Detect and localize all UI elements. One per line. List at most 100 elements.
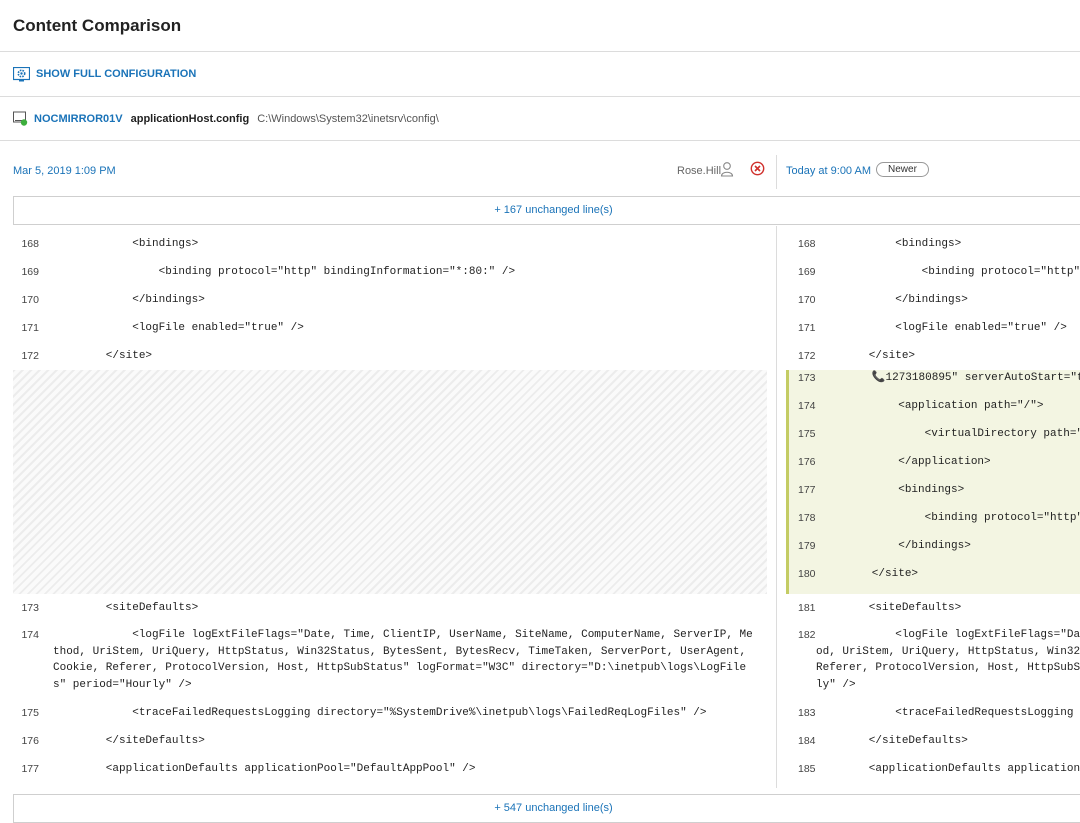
line-number: 169 — [21, 265, 39, 278]
line-number: 176 — [798, 456, 816, 468]
diff-row: 177 <applicationDefaults applicationPool… — [13, 755, 767, 783]
settings-screen-icon — [13, 66, 30, 81]
diff-row: 182 <logFile logExtFileFlags="Date, Time… — [786, 622, 1080, 699]
code-line: <traceFailedRequestsLogging — [816, 706, 1074, 719]
code-line: <bindings> — [53, 237, 199, 250]
line-number: 177 — [798, 484, 816, 496]
diff-row: 169 <binding protocol="http" bindingInfo… — [786, 258, 1080, 286]
line-number: 173 — [21, 601, 39, 614]
diff-row: 183 <traceFailedRequestsLogging — [786, 699, 1080, 727]
file-info-bar: NOCMIRROR01V applicationHost.config C:\W… — [0, 97, 1080, 141]
remove-icon[interactable] — [750, 161, 765, 176]
line-number: 168 — [798, 237, 816, 250]
code-line: <binding protocol="http" bindingInformat… — [921, 265, 1080, 278]
code-line: <bindings> — [819, 484, 965, 496]
line-number: 173 — [798, 372, 816, 384]
show-full-configuration-button[interactable]: SHOW FULL CONFIGURATION — [13, 66, 197, 82]
file-name: applicationHost.config — [130, 112, 250, 125]
line-number: 174 — [21, 629, 39, 641]
code-line: <logFile logExtFileFlags="Date, Time, od… — [816, 629, 1080, 692]
code-line: <logFile enabled="true" /> — [816, 321, 1067, 334]
code-line: <application path="/"> — [819, 400, 1044, 412]
file-path: C:\Windows\System32\inetsrv\config\ — [257, 112, 439, 125]
code-line: <applicationDefaults applicationPool="De… — [53, 762, 476, 775]
diff-row: 175 <traceFailedRequestsLogging director… — [13, 699, 767, 727]
line-number: 171 — [21, 321, 39, 334]
code-line: <virtualDirectory path="/" /> — [924, 428, 1080, 440]
line-number: 177 — [21, 762, 39, 775]
line-number: 183 — [798, 706, 816, 719]
line-number: 168 — [21, 237, 39, 250]
line-number: 184 — [798, 734, 816, 747]
added-row: 180 </site> — [786, 566, 1080, 594]
unchanged-lines-bottom[interactable]: + 547 unchanged line(s) — [13, 794, 1080, 823]
added-row: 178 <binding protocol="http" /> — [786, 510, 1080, 538]
added-row: 173 📞1273180895" serverAutoStart="true"> — [786, 370, 1080, 398]
diff-row: 172 </site> — [786, 342, 1080, 370]
line-number: 178 — [798, 512, 816, 524]
code-line: </bindings> — [53, 293, 205, 306]
host-link[interactable]: NOCMIRROR01V — [34, 113, 123, 125]
code-line: </site> — [816, 349, 916, 362]
right-version-date[interactable]: Today at 9:00 AM — [786, 165, 871, 177]
newer-badge: Newer — [876, 162, 929, 177]
diff-row: 171 <logFile enabled="true" /> — [786, 314, 1080, 342]
left-diff-pane: 168 <bindings> 169 <binding protocol="ht… — [13, 230, 767, 788]
right-diff-pane: 168 <bindings> 169 <binding protocol="ht… — [786, 230, 1080, 788]
added-row: 179 </bindings> — [786, 538, 1080, 566]
unchanged-lines-top[interactable]: + 167 unchanged line(s) — [13, 196, 1080, 225]
diff-row: 176 </siteDefaults> — [13, 727, 767, 755]
diff-row: 169 <binding protocol="http" bindingInfo… — [13, 258, 767, 286]
line-number: 175 — [798, 428, 816, 440]
diff-row: 168 <bindings> — [786, 230, 1080, 258]
missing-lines-placeholder — [13, 370, 767, 594]
code-line: <siteDefaults> — [816, 601, 962, 614]
line-number: 180 — [798, 568, 816, 580]
config-bar: SHOW FULL CONFIGURATION — [0, 52, 1080, 97]
diff-row: 171 <logFile enabled="true" /> — [13, 314, 767, 342]
line-number: 171 — [798, 321, 816, 334]
line-number: 182 — [798, 629, 816, 641]
code-line: <binding protocol="http" /> — [819, 512, 1080, 524]
person-icon — [720, 162, 734, 177]
added-row: 174 <application path="/"> — [786, 398, 1080, 426]
diff-row: 170 </bindings> — [786, 286, 1080, 314]
added-row: 175 <virtualDirectory path="/" /> — [786, 426, 1080, 454]
code-line: </site> — [53, 349, 153, 362]
version-bar: Mar 5, 2019 1:09 PM Rose.Hill Today at 9… — [0, 141, 1080, 196]
code-line: </application> — [819, 456, 991, 468]
line-number: 174 — [798, 400, 816, 412]
code-line: </siteDefaults> — [53, 734, 205, 747]
diff-row: 170 </bindings> — [13, 286, 767, 314]
author-name: Rose.Hill — [677, 165, 722, 177]
header: Content Comparison — [0, 0, 1080, 52]
code-line: <binding protocol="http" bindingInformat… — [53, 265, 516, 278]
diff-row: 172 </site> — [13, 342, 767, 370]
code-line: <logFile logExtFileFlags="Date, Time, Cl… — [53, 629, 753, 692]
line-number: 176 — [21, 734, 39, 747]
line-number: 181 — [798, 601, 816, 614]
code-line: </siteDefaults> — [816, 734, 968, 747]
show-full-configuration-label: SHOW FULL CONFIGURATION — [36, 68, 197, 80]
code-line: <traceFailedRequestsLogging directory="%… — [53, 706, 707, 719]
version-separator — [776, 155, 777, 189]
diff-row: 173 <siteDefaults> — [13, 594, 767, 622]
code-line: </bindings> — [816, 293, 968, 306]
line-number: 172 — [21, 349, 39, 362]
line-number: 170 — [798, 293, 816, 306]
code-line: <logFile enabled="true" /> — [53, 321, 304, 334]
code-line: 📞1273180895" serverAutoStart="true"> — [871, 372, 1080, 384]
line-number: 172 — [798, 349, 816, 362]
pane-divider — [776, 226, 777, 788]
diff-row: 185 <applicationDefaults applicationPool… — [786, 755, 1080, 783]
added-row: 176 </application> — [786, 454, 1080, 482]
line-number: 170 — [21, 293, 39, 306]
code-line: </bindings> — [819, 540, 971, 552]
code-line: </site> — [819, 568, 919, 580]
line-number: 169 — [798, 265, 816, 278]
line-number: 179 — [798, 540, 816, 552]
code-line: <siteDefaults> — [53, 601, 199, 614]
line-number: 175 — [21, 706, 39, 719]
diff-row: 174 <logFile logExtFileFlags="Date, Time… — [13, 622, 767, 699]
left-version-date[interactable]: Mar 5, 2019 1:09 PM — [13, 165, 116, 177]
